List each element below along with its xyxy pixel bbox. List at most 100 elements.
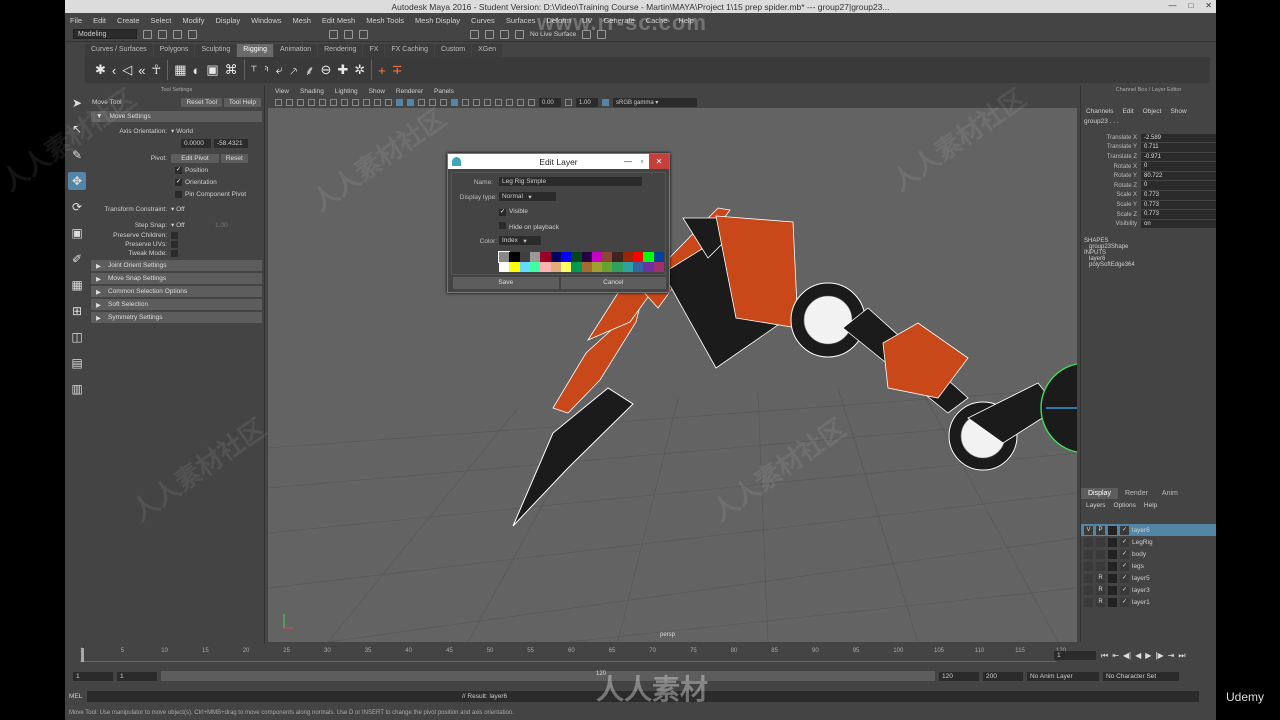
axis-value-1[interactable]: 0.0000 (181, 138, 211, 148)
camera-icon[interactable] (275, 99, 282, 106)
scene-end-field[interactable]: 200 (983, 671, 1023, 681)
layout-side-icon[interactable]: ◫ (68, 328, 86, 346)
layer-name[interactable]: layer1 (1132, 599, 1150, 606)
bookmark-icon[interactable] (286, 99, 293, 106)
axis-orientation-dropdown[interactable]: ▾ World (171, 127, 193, 135)
open-icon[interactable] (143, 29, 152, 39)
color-swatch[interactable] (529, 262, 541, 272)
edit-pivot-button[interactable]: Edit Pivot (171, 153, 219, 163)
play-back-icon[interactable]: ◀ (1135, 651, 1141, 661)
position-checkbox[interactable]: ✓ (175, 166, 182, 174)
tab-fx[interactable]: FX (363, 44, 385, 57)
safe-title-icon[interactable] (374, 99, 381, 106)
color-mode-dropdown[interactable]: Index ▾ (499, 236, 541, 245)
color-swatch[interactable] (602, 252, 613, 262)
last-tool-icon[interactable]: ✐ (68, 250, 86, 268)
dof-icon[interactable] (517, 99, 524, 106)
layer-color-swatch[interactable] (1108, 561, 1117, 571)
menu-edit-mesh[interactable]: Edit Mesh (322, 16, 355, 25)
color-swatch[interactable] (612, 252, 623, 262)
attribute-row[interactable]: Rotate Y 80.722 (1081, 171, 1216, 181)
input-node[interactable]: polySoftEdge364 (1081, 262, 1216, 268)
layout-single-icon[interactable]: ▦ (68, 276, 86, 294)
color-swatch[interactable] (560, 252, 572, 262)
select-component-icon[interactable] (359, 29, 368, 39)
layer-color-swatch[interactable] (1108, 585, 1117, 595)
menu-display[interactable]: Display (216, 16, 241, 25)
visibility-toggle[interactable]: V (1084, 525, 1093, 535)
snap-curve-icon[interactable] (485, 29, 494, 39)
layer-tab-display[interactable]: Display (1081, 488, 1118, 499)
resolution-gate-icon[interactable] (330, 99, 337, 106)
shelf-tool-icon[interactable]: ✲ (354, 62, 365, 78)
layer-tab-anim[interactable]: Anim (1155, 488, 1185, 499)
tool-help-button[interactable]: Tool Help (223, 97, 261, 107)
shelf-tool-icon[interactable]: ‹ (112, 63, 116, 78)
exposure-field[interactable]: 0.00 (539, 98, 561, 107)
gate-mask-icon[interactable] (341, 99, 348, 106)
color-swatch[interactable] (581, 252, 592, 262)
wireframe-on-shaded-icon[interactable] (407, 99, 414, 106)
save-button[interactable]: Save (453, 277, 559, 289)
color-swatch[interactable] (591, 262, 603, 272)
color-swatch[interactable] (519, 262, 530, 272)
shelf-tool-icon[interactable]: ⤶ (276, 62, 283, 78)
shelf-tool-icon[interactable]: ◁ (122, 62, 132, 78)
shelf-tool-icon[interactable]: ⌘ (225, 62, 238, 78)
mode-dropdown[interactable]: Modeling (73, 29, 137, 39)
orientation-checkbox[interactable]: ✓ (175, 178, 182, 186)
playback-toggle[interactable]: R (1096, 585, 1105, 595)
color-swatch[interactable] (633, 262, 644, 272)
layer-name[interactable]: layer3 (1132, 587, 1150, 594)
attribute-row[interactable]: Scale Z 0.773 (1081, 210, 1216, 220)
shelf-tool-icon[interactable]: ☥ (151, 62, 161, 78)
shelf-tool-icon[interactable]: ⸆ (251, 61, 258, 79)
save-icon[interactable] (158, 29, 167, 39)
reset-tool-button[interactable]: Reset Tool (181, 97, 223, 107)
color-swatch[interactable] (653, 262, 664, 272)
layer-type-toggle[interactable]: ✓ (1120, 573, 1129, 583)
color-swatch[interactable] (509, 262, 520, 272)
menu-mesh[interactable]: Mesh (293, 16, 311, 25)
attribute-row[interactable]: Translate X -2.589 (1081, 133, 1216, 143)
attribute-row[interactable]: Scale X 0.773 (1081, 191, 1216, 201)
select-hierarchy-icon[interactable] (329, 29, 338, 39)
playback-toggle[interactable] (1096, 561, 1105, 571)
settings-section-soft-selection[interactable]: ▶ Soft Selection (91, 299, 262, 310)
tab-animation[interactable]: Animation (273, 44, 318, 57)
character-set-dropdown[interactable]: No Character Set (1103, 671, 1179, 681)
color-swatch[interactable] (653, 252, 664, 262)
layer-row[interactable]: ✓ legs (1081, 560, 1216, 572)
playback-end-field[interactable]: 120 (939, 671, 979, 681)
color-swatch[interactable] (499, 262, 510, 272)
grid-icon[interactable] (308, 99, 315, 106)
layer-name[interactable]: LegRig (1132, 539, 1153, 546)
color-swatch[interactable] (633, 252, 644, 262)
settings-section-move-snap-settings[interactable]: ▶ Move Snap Settings (91, 273, 262, 284)
color-swatch[interactable] (540, 262, 551, 272)
snap-point-icon[interactable] (500, 29, 509, 39)
smooth-shade-icon[interactable] (396, 99, 403, 106)
color-swatch[interactable] (519, 252, 530, 262)
paint-select-icon[interactable]: ✎ (68, 146, 86, 164)
playback-toggle[interactable]: P (1096, 525, 1105, 535)
shelf-tool-icon[interactable]: ✚ (337, 62, 348, 78)
color-swatch[interactable] (497, 251, 511, 263)
tab-polygons[interactable]: Polygons (153, 44, 195, 57)
redo-icon[interactable] (188, 29, 197, 39)
dialog-close-button[interactable]: ✕ (649, 154, 669, 169)
playback-start-field[interactable]: 1 (117, 671, 157, 681)
layer-type-toggle[interactable]: ✓ (1120, 597, 1129, 607)
transform-constraint-dropdown[interactable]: ▾ Off (171, 205, 185, 213)
menu-modify[interactable]: Modify (182, 16, 204, 25)
attribute-value[interactable]: 0.711 (1141, 143, 1216, 152)
hide-playback-option[interactable]: Hide on playback (499, 222, 559, 231)
minimize-button[interactable]: — (1168, 1, 1176, 10)
layer-name[interactable]: layer5 (1132, 575, 1150, 582)
attribute-value[interactable]: -2.589 (1141, 133, 1216, 143)
ao-icon[interactable] (484, 99, 491, 106)
play-forward-icon[interactable]: ▶ (1145, 651, 1151, 661)
shelf-tool-icon[interactable]: ⊖ (320, 62, 331, 78)
shelf-tool-icon[interactable]: ∓ (392, 62, 403, 78)
attribute-value[interactable]: 0 (1141, 181, 1216, 191)
